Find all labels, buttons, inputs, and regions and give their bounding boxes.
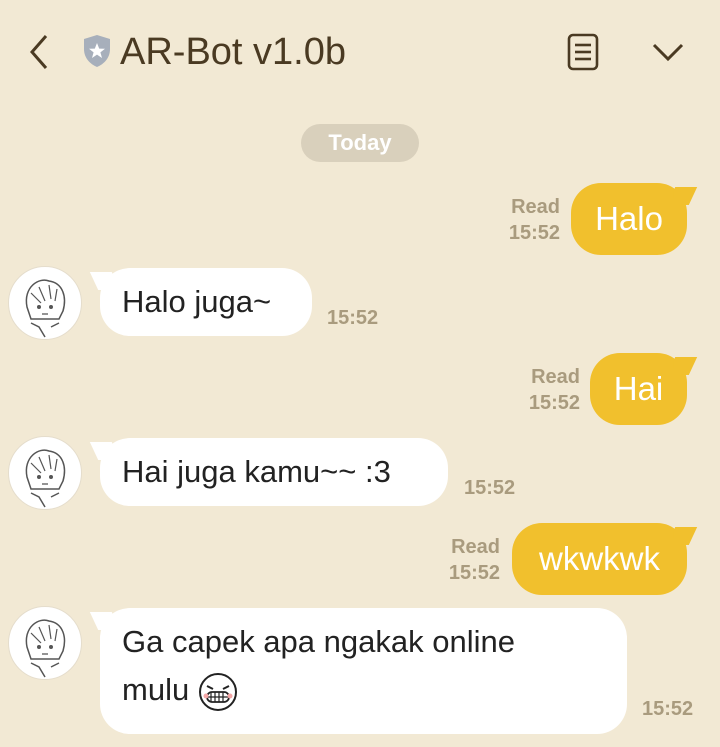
incoming-message-bubble[interactable]: Hai juga kamu~~ :3 (100, 438, 448, 506)
document-menu-icon (567, 33, 599, 71)
message-time: 15:52 (464, 477, 516, 499)
incoming-message-bubble[interactable]: Ga capek apa ngakak online mulu (100, 608, 627, 734)
message-meta: Read 15:52 (510, 364, 580, 416)
avatar[interactable] (8, 606, 82, 680)
grinning-emoji-icon (198, 672, 238, 712)
incoming-message-bubble[interactable]: Halo juga~ (100, 268, 312, 336)
outgoing-message-bubble[interactable]: Halo (571, 183, 687, 255)
message-text-line-2: mulu (122, 666, 605, 714)
avatar[interactable] (8, 436, 82, 510)
chat-title: AR-Bot v1.0b (120, 31, 346, 73)
date-separator: Today (301, 124, 419, 162)
avatar-portrait-icon (25, 279, 66, 338)
message-meta: Read 15:52 (490, 194, 560, 246)
message-time: 15:52 (327, 307, 379, 329)
chevron-left-icon (30, 35, 48, 69)
avatar-portrait-icon (25, 619, 66, 678)
message-time: 15:52 (448, 562, 500, 584)
message-time: 15:52 (528, 392, 580, 414)
chat-menu-button[interactable] (562, 30, 604, 74)
message-text-line: Ga capek apa ngakak online (122, 624, 515, 659)
message-time: 15:52 (642, 698, 694, 720)
message-time: 15:52 (508, 222, 560, 244)
chat-header: AR-Bot v1.0b (0, 0, 720, 110)
chevron-down-icon (652, 43, 684, 62)
shield-star-icon (82, 34, 112, 68)
message-text: mulu (122, 672, 190, 707)
read-receipt: Read (511, 196, 560, 218)
read-receipt: Read (531, 366, 580, 388)
back-button[interactable] (24, 30, 56, 74)
avatar-portrait-icon (25, 449, 66, 508)
outgoing-message-bubble[interactable]: wkwkwk (512, 523, 687, 595)
expand-button[interactable] (648, 36, 688, 68)
avatar[interactable] (8, 266, 82, 340)
message-meta: Read 15:52 (430, 534, 500, 586)
outgoing-message-bubble[interactable]: Hai (590, 353, 687, 425)
read-receipt: Read (451, 536, 500, 558)
